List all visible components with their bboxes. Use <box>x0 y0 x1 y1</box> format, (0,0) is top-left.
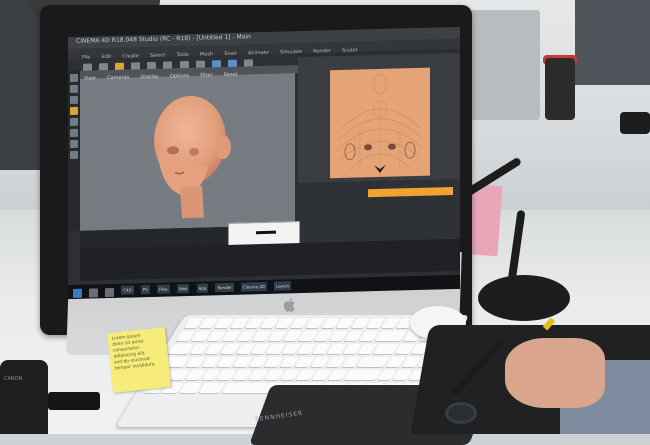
vp-tab-options[interactable]: Options <box>170 73 189 80</box>
vp-tab-display[interactable]: Display <box>140 74 158 80</box>
vp-tab-filter[interactable]: Filter <box>200 72 212 78</box>
taskbar-app-layers[interactable]: Layers <box>274 281 292 291</box>
taskbar-app-web[interactable]: Web <box>176 283 190 294</box>
left-toolbar <box>68 70 80 232</box>
edges-mode-icon[interactable] <box>70 84 78 94</box>
key-row <box>158 357 437 367</box>
workplane-icon[interactable] <box>70 150 78 160</box>
taskbar-app-files[interactable]: Files <box>156 284 170 294</box>
apple-logo-icon <box>283 298 295 312</box>
uv-mode-icon[interactable] <box>70 106 78 116</box>
vp-tab-panel[interactable]: Panel <box>224 72 238 78</box>
key-row <box>175 331 454 341</box>
background-monitor-right <box>470 10 540 120</box>
lamp-base <box>478 275 570 321</box>
search-icon[interactable] <box>89 288 99 298</box>
camera-body <box>0 360 48 434</box>
key-row <box>167 344 446 354</box>
sticky-note: Lorem ipsum dolor sit amet consectetur a… <box>107 327 171 393</box>
taskbar-app-cinema4d[interactable]: Cinema 4D <box>240 281 267 292</box>
preview-stroke <box>256 230 276 235</box>
tumbler-cup <box>545 58 575 120</box>
taskbar-app-c4d[interactable]: C4D <box>121 285 134 295</box>
axis-mode-icon[interactable] <box>70 128 78 138</box>
points-mode-icon[interactable] <box>70 73 78 83</box>
key-row <box>150 370 429 380</box>
uv-texture-map[interactable] <box>330 67 430 179</box>
background-monitor-far <box>575 0 650 85</box>
snap-icon[interactable] <box>70 139 78 149</box>
uv-mesh-wireframe <box>337 73 423 177</box>
3d-viewport[interactable] <box>80 65 295 231</box>
lamp-head <box>620 112 650 134</box>
tablet-touch-ring[interactable] <box>445 402 477 424</box>
taskbar-app-render[interactable]: Render <box>215 282 234 293</box>
task-view-icon[interactable] <box>105 287 115 298</box>
imac-screen: CINEMA 4D R18.048 Studio (RC - R18) - [U… <box>68 26 460 300</box>
camera-brand-label: CANON <box>4 376 23 382</box>
vp-tab-view[interactable]: View <box>84 75 96 81</box>
character-head-model <box>154 95 231 219</box>
taskbar-app-app[interactable]: App <box>196 283 209 293</box>
vp-tab-cameras[interactable]: Cameras <box>107 75 129 82</box>
texture-mode-icon[interactable] <box>70 117 78 127</box>
background-monitor-left <box>0 0 40 170</box>
taskbar-app-ps[interactable]: PS <box>140 284 150 295</box>
camera-clip <box>48 392 100 410</box>
person-hand <box>505 338 605 408</box>
start-icon[interactable] <box>73 288 82 299</box>
polygons-mode-icon[interactable] <box>70 95 78 105</box>
